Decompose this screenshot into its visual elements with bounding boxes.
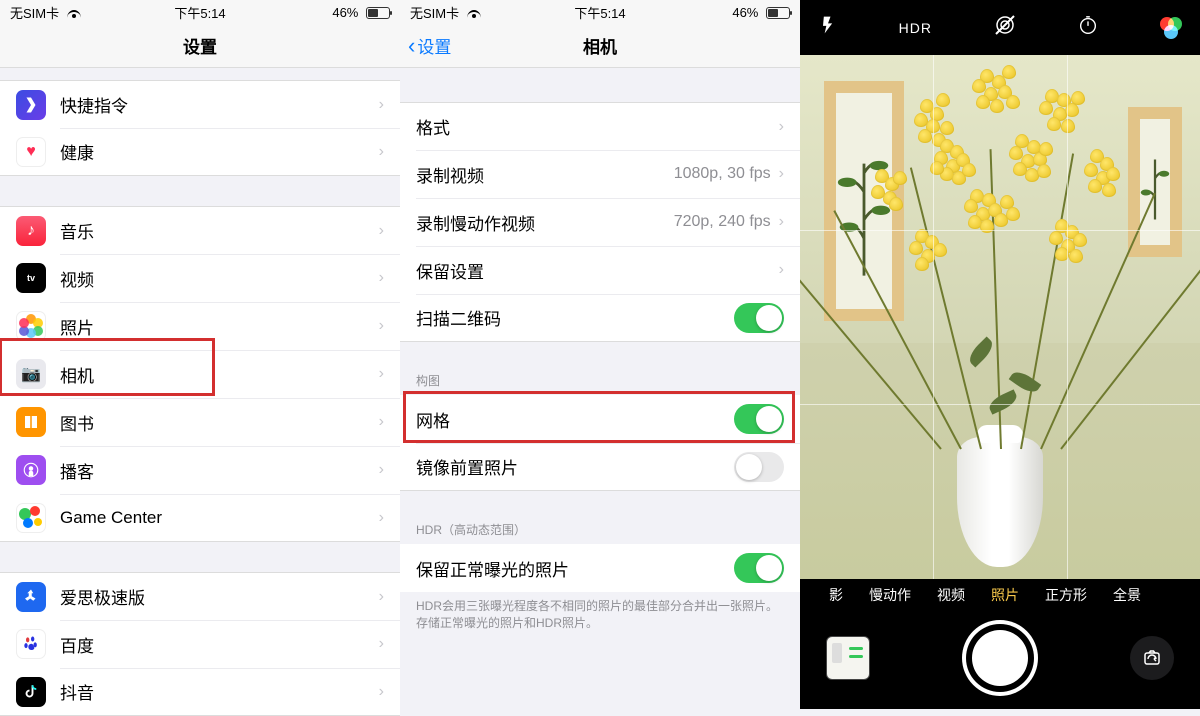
camera-grid: 网格 — [400, 395, 800, 443]
settings-title: 设置 — [183, 33, 217, 58]
camera-record-slomo[interactable]: 录制慢动作视频 720p, 240 fps › — [400, 198, 800, 246]
douyin-icon — [16, 677, 46, 707]
books-icon — [16, 407, 46, 437]
flash-icon[interactable] — [818, 15, 838, 40]
camera-bottom-bar: 影 慢动作 视频 照片 正方形 全景 — [800, 579, 1200, 709]
camera-keep-normal-photo: 保留正常曝光的照片 — [400, 544, 800, 592]
chevron-right-icon: › — [379, 222, 384, 240]
chevron-left-icon: ‹ — [408, 33, 415, 59]
grid-line — [800, 404, 1200, 405]
chevron-right-icon: › — [379, 269, 384, 287]
settings-aisi[interactable]: 爱思极速版 › — [0, 572, 400, 620]
nav-bar: ‹ 设置 相机 — [400, 24, 800, 68]
chevron-right-icon: › — [379, 143, 384, 161]
status-bar: 无SIM卡 下午5:14 46% — [0, 0, 400, 24]
grid-line — [1067, 55, 1068, 579]
battery-icon — [366, 7, 390, 19]
live-off-icon[interactable] — [993, 13, 1017, 42]
chevron-right-icon: › — [379, 635, 384, 653]
chevron-right-icon: › — [379, 96, 384, 114]
camera-app-panel: HDR — [800, 0, 1200, 709]
mode-slomo[interactable]: 慢动作 — [869, 585, 911, 605]
settings-root-panel: 无SIM卡 下午5:14 46% 设置 快捷指令 › ♥ 健康 › ♪ 音乐 › — [0, 0, 400, 709]
chevron-right-icon: › — [379, 683, 384, 701]
camera-modes[interactable]: 影 慢动作 视频 照片 正方形 全景 — [800, 579, 1200, 607]
tv-icon: tv — [16, 263, 46, 293]
gamecenter-icon — [16, 503, 46, 533]
chevron-right-icon: › — [379, 413, 384, 431]
battery-icon — [766, 7, 790, 19]
settings-tv[interactable]: tv 视频 › — [0, 254, 400, 302]
grid-switch[interactable] — [734, 404, 784, 434]
status-time: 下午5:14 — [0, 3, 400, 22]
grid-line — [933, 55, 934, 579]
chevron-right-icon: › — [379, 588, 384, 606]
hdr-header: HDR（高动态范围） — [400, 517, 800, 544]
nav-bar: 设置 — [0, 24, 400, 68]
camera-mirror-front: 镜像前置照片 — [400, 443, 800, 491]
chevron-right-icon: › — [779, 261, 784, 279]
podcasts-icon — [16, 455, 46, 485]
hdr-footer: HDR会用三张曝光程度各不相同的照片的最佳部分合并出一张照片。存储正常曝光的照片… — [400, 592, 800, 638]
camera-top-bar: HDR — [800, 0, 1200, 55]
mode-photo[interactable]: 照片 — [991, 585, 1019, 605]
baidu-icon — [16, 629, 46, 659]
chevron-right-icon: › — [379, 317, 384, 335]
composition-header: 构图 — [400, 368, 800, 395]
aisi-icon — [16, 582, 46, 612]
grid-line — [800, 230, 1200, 231]
shortcuts-icon — [16, 90, 46, 120]
camera-settings-panel: 无SIM卡 下午5:14 46% ‹ 设置 相机 格式 › 录制视频 1080p… — [400, 0, 800, 709]
timer-icon[interactable] — [1077, 14, 1099, 41]
camera-flip-button[interactable] — [1130, 636, 1174, 680]
settings-camera[interactable]: 📷 相机 › — [0, 350, 400, 398]
camera-scan-qr: 扫描二维码 — [400, 294, 800, 342]
mirror-front-switch[interactable] — [734, 452, 784, 482]
settings-photos[interactable]: 照片 › — [0, 302, 400, 350]
camera-icon: 📷 — [16, 359, 46, 389]
chevron-right-icon: › — [779, 165, 784, 183]
camera-title: 相机 — [583, 33, 617, 58]
mode-square[interactable]: 正方形 — [1045, 585, 1087, 605]
settings-health[interactable]: ♥ 健康 › — [0, 128, 400, 176]
filters-icon[interactable] — [1160, 17, 1182, 39]
settings-podcasts[interactable]: 播客 › — [0, 446, 400, 494]
camera-viewfinder[interactable] — [800, 55, 1200, 579]
photos-icon — [16, 311, 46, 341]
chevron-right-icon: › — [379, 365, 384, 383]
chevron-right-icon: › — [779, 213, 784, 231]
scan-qr-switch[interactable] — [734, 303, 784, 333]
vase — [957, 437, 1043, 567]
record-slomo-detail: 720p, 240 fps — [674, 213, 771, 231]
status-time: 下午5:14 — [400, 3, 800, 22]
camera-format[interactable]: 格式 › — [400, 102, 800, 150]
health-icon: ♥ — [16, 137, 46, 167]
camera-preserve-settings[interactable]: 保留设置 › — [400, 246, 800, 294]
flower-arrangement — [870, 79, 1130, 449]
chevron-right-icon: › — [779, 118, 784, 136]
mode-partial[interactable]: 影 — [829, 585, 843, 605]
settings-shortcuts[interactable]: 快捷指令 › — [0, 80, 400, 128]
last-photo-thumbnail[interactable] — [826, 636, 870, 680]
keep-normal-switch[interactable] — [734, 553, 784, 583]
chevron-right-icon: › — [379, 509, 384, 527]
settings-music[interactable]: ♪ 音乐 › — [0, 206, 400, 254]
settings-gamecenter[interactable]: Game Center › — [0, 494, 400, 542]
camera-record-video[interactable]: 录制视频 1080p, 30 fps › — [400, 150, 800, 198]
shutter-button[interactable] — [966, 624, 1034, 692]
back-button[interactable]: ‹ 设置 — [408, 24, 451, 67]
music-icon: ♪ — [16, 216, 46, 246]
hdr-button[interactable]: HDR — [899, 20, 932, 36]
record-video-detail: 1080p, 30 fps — [674, 165, 771, 183]
status-bar: 无SIM卡 下午5:14 46% — [400, 0, 800, 24]
mode-video[interactable]: 视频 — [937, 585, 965, 605]
settings-books[interactable]: 图书 › — [0, 398, 400, 446]
settings-baidu[interactable]: 百度 › — [0, 620, 400, 668]
chevron-right-icon: › — [379, 461, 384, 479]
mode-pano[interactable]: 全景 — [1113, 585, 1141, 605]
